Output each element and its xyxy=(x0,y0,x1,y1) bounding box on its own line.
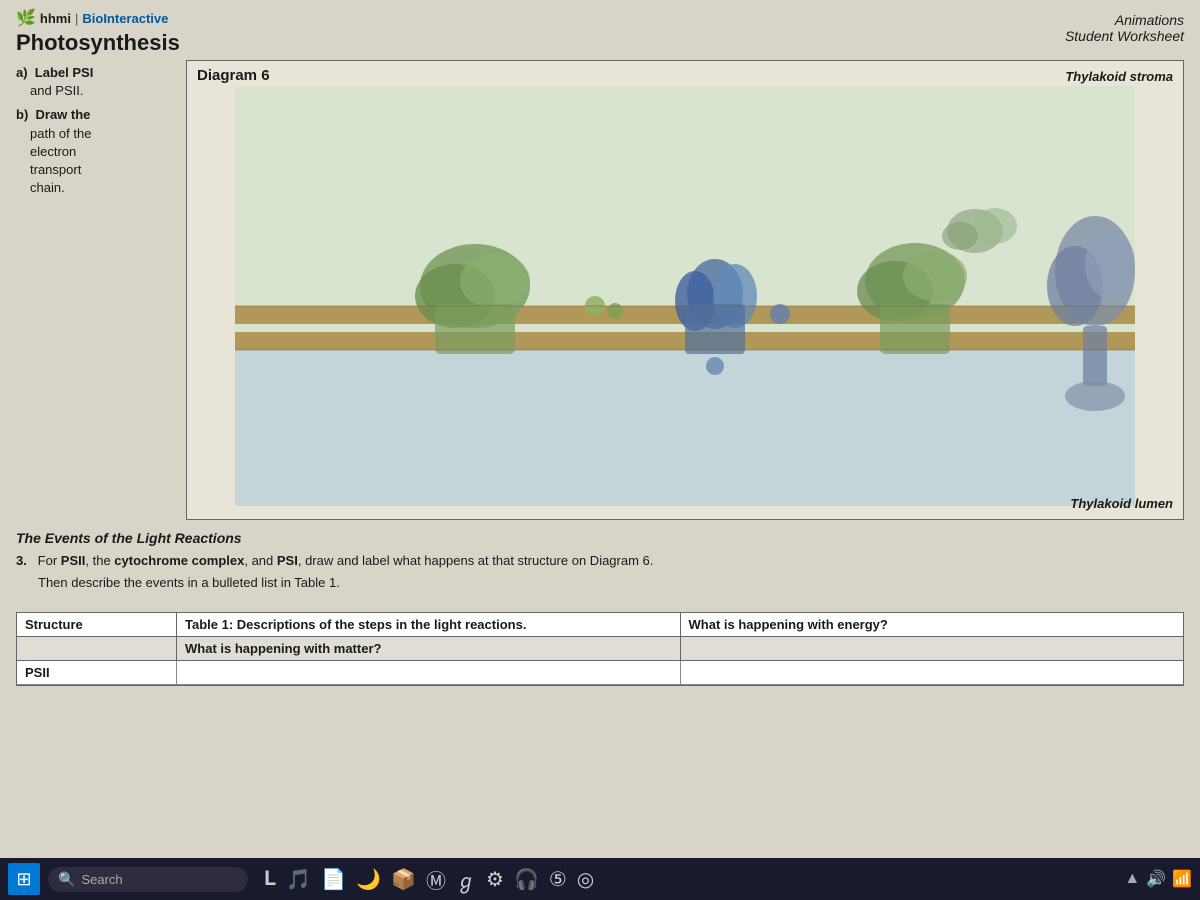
table-psii-energy xyxy=(681,661,1184,684)
brand-name: BioInteractive xyxy=(82,11,168,26)
diagram-stroma-label: Thylakoid stroma xyxy=(1065,69,1173,84)
left-sidebar: a) Label PSI and PSII. b) Draw the path … xyxy=(16,60,176,520)
taskbar: ⊞ 🔍 Search 𝐋 🎵 📄 🌙 📦 Ⓜ ℊ ⚙ 🎧 ⑤ ◎ ▲ 🔊 📶 xyxy=(0,858,1200,900)
table-header-row: What is happening with matter? xyxy=(17,637,1183,661)
table-title: Table 1: Descriptions of the steps in th… xyxy=(177,613,681,636)
taskbar-app-icon-5[interactable]: 📦 xyxy=(391,867,416,892)
taskbar-app-icon-2[interactable]: 🎵 xyxy=(286,867,311,892)
diagram-title: Diagram 6 xyxy=(187,61,1183,86)
taskbar-right-icon-3: 📶 xyxy=(1172,869,1192,889)
question-b-line5: chain. xyxy=(30,180,65,195)
instruction-number: 3. xyxy=(16,553,27,568)
taskbar-right-icon-1: ▲ xyxy=(1124,870,1140,888)
taskbar-right: ▲ 🔊 📶 xyxy=(1124,869,1192,889)
taskbar-icons: 𝐋 🎵 📄 🌙 📦 Ⓜ ℊ ⚙ 🎧 ⑤ ◎ xyxy=(264,865,594,894)
question-b: b) Draw the path of the electron transpo… xyxy=(16,106,176,197)
start-button[interactable]: ⊞ xyxy=(8,863,40,895)
taskbar-app-icon-3[interactable]: 📄 xyxy=(321,867,346,892)
hhmi-brand: 🌿 hhmi | BioInteractive xyxy=(16,8,180,28)
table-psii-matter xyxy=(177,661,681,684)
question-a-label: a) Label PSI xyxy=(16,65,93,80)
header: 🌿 hhmi | BioInteractive Photosynthesis A… xyxy=(0,0,1200,60)
events-section: The Events of the Light Reactions 3. For… xyxy=(0,520,1200,606)
table-structure-header xyxy=(17,637,177,660)
windows-icon: ⊞ xyxy=(16,869,31,890)
question-b-label: b) Draw the xyxy=(16,107,90,122)
diagram-lumen-label: Thylakoid lumen xyxy=(1070,496,1173,511)
question-b-line4: transport xyxy=(30,162,81,177)
taskbar-app-icon-4[interactable]: 🌙 xyxy=(356,867,381,892)
table-energy-header xyxy=(681,637,1184,660)
table-col1-header: Structure xyxy=(17,613,177,636)
taskbar-app-icon-6[interactable]: Ⓜ xyxy=(426,865,446,894)
taskbar-search-area[interactable]: 🔍 Search xyxy=(48,867,248,892)
hhmi-leaf-icon: 🌿 xyxy=(16,8,36,28)
table-row-psii: PSII xyxy=(17,661,1183,685)
events-title: The Events of the Light Reactions xyxy=(16,530,1184,546)
instruction-sub: Then describe the events in a bulleted l… xyxy=(38,574,1184,592)
diagram-container: Diagram 6 Thylakoid stroma xyxy=(186,60,1184,520)
page-container: 🌿 hhmi | BioInteractive Photosynthesis A… xyxy=(0,0,1200,870)
taskbar-app-icon-10[interactable]: ⑤ xyxy=(549,867,567,892)
table-matter-header: What is happening with matter? xyxy=(177,637,681,660)
taskbar-app-icon-8[interactable]: ⚙ xyxy=(486,867,504,892)
taskbar-right-icon-2: 🔊 xyxy=(1146,869,1166,889)
subtitle: Student Worksheet xyxy=(1065,28,1184,44)
diagram-svg xyxy=(187,86,1183,506)
instruction-3: 3. For PSII, the cytochrome complex, and… xyxy=(16,552,1184,570)
question-b-line3: electron xyxy=(30,144,76,159)
brand-prefix: hhmi xyxy=(40,11,71,26)
taskbar-app-icon-7[interactable]: ℊ xyxy=(456,865,476,894)
search-icon: 🔍 xyxy=(58,871,75,888)
header-left: 🌿 hhmi | BioInteractive Photosynthesis xyxy=(16,8,180,56)
page-title: Photosynthesis xyxy=(16,30,180,56)
question-a: a) Label PSI and PSII. xyxy=(16,64,176,100)
main-layout: a) Label PSI and PSII. b) Draw the path … xyxy=(0,60,1200,520)
header-right: Animations Student Worksheet xyxy=(1065,8,1184,44)
question-a-text: and PSII. xyxy=(30,83,83,98)
table-col3-header: What is happening with energy? xyxy=(681,613,1184,636)
type-label: Animations xyxy=(1065,12,1184,28)
taskbar-app-icon-1[interactable]: 𝐋 xyxy=(264,868,276,891)
table-container: Structure Table 1: Descriptions of the s… xyxy=(16,612,1184,686)
search-label: Search xyxy=(81,872,122,887)
table-psii-structure: PSII xyxy=(17,661,177,684)
taskbar-app-icon-9[interactable]: 🎧 xyxy=(514,867,539,892)
table-title-row: Structure Table 1: Descriptions of the s… xyxy=(17,613,1183,637)
question-b-line2: path of the xyxy=(30,126,91,141)
taskbar-app-icon-11[interactable]: ◎ xyxy=(577,867,594,892)
